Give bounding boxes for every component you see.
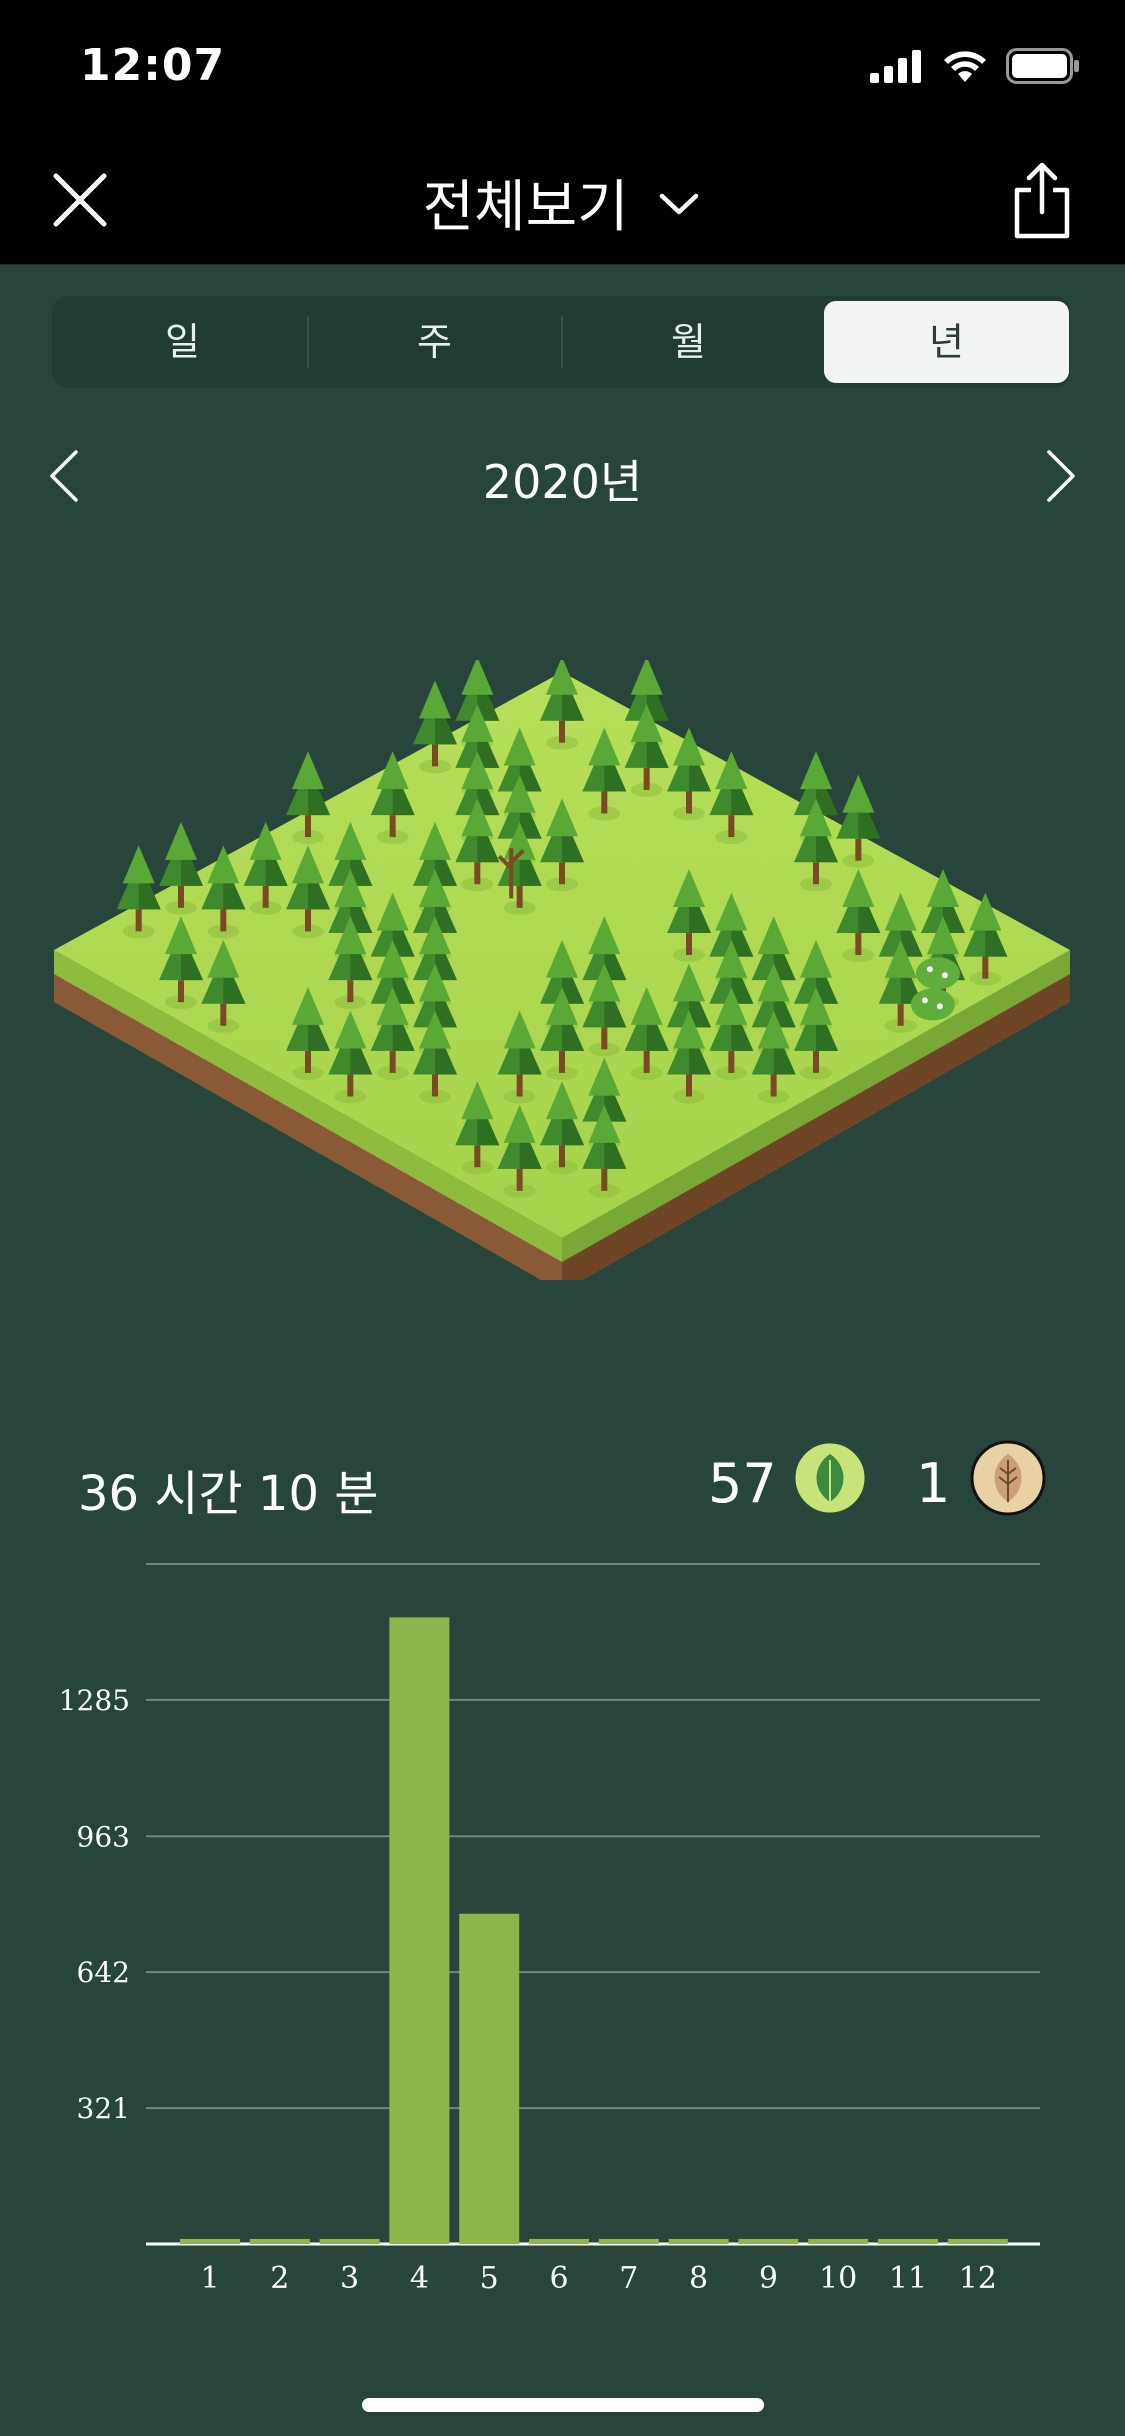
cellular-signal-icon	[870, 50, 921, 83]
flower-bush	[910, 988, 955, 1021]
x-tick-label: 1	[200, 2261, 219, 2296]
share-icon[interactable]	[1007, 160, 1077, 240]
bar-month-6	[529, 2238, 589, 2244]
y-tick-label: 321	[77, 2092, 130, 2125]
period-navigator: 2020년	[0, 440, 1125, 510]
x-tick-label: 5	[480, 2261, 499, 2296]
x-tick-label: 2	[270, 2261, 289, 2296]
x-tick-label: 3	[340, 2261, 359, 2296]
x-tick-label: 12	[959, 2261, 997, 2296]
bar-month-12	[947, 2238, 1008, 2244]
bar-month-2	[249, 2238, 310, 2244]
segment-month[interactable]: 월	[566, 301, 811, 383]
battery-icon	[1006, 48, 1079, 84]
x-tick-label: 6	[549, 2261, 568, 2296]
bar-month-8	[668, 2238, 729, 2244]
bar-month-4	[389, 1617, 450, 2244]
home-indicator	[362, 2398, 764, 2412]
segment-week[interactable]: 주	[312, 301, 557, 383]
healthy-tree-count: 57	[708, 1452, 777, 1515]
withered-tree-count: 1	[916, 1452, 951, 1515]
period-segmented-control: 일 주 월 년	[52, 296, 1070, 388]
x-tick-label: 9	[759, 2261, 778, 2296]
view-selector[interactable]: 전체보기	[0, 162, 1125, 243]
bar-month-7	[598, 2238, 659, 2244]
bar-month-5	[459, 1913, 520, 2244]
chevron-right-icon[interactable]	[1041, 448, 1081, 504]
status-time: 12:07	[80, 40, 226, 91]
bar-month-1	[180, 2238, 240, 2244]
segment-divider	[561, 316, 563, 368]
withered-leaf-icon	[970, 1440, 1046, 1516]
chevron-down-icon	[660, 193, 699, 214]
status-icons	[870, 48, 1080, 84]
page-title: 전체보기	[422, 175, 629, 240]
segment-divider	[307, 316, 309, 368]
healthy-leaf-icon	[792, 1440, 868, 1516]
period-label: 2020년	[482, 455, 643, 509]
x-tick-label: 4	[410, 2261, 429, 2296]
status-bar: 12:07	[0, 0, 1125, 140]
bar-month-3	[319, 2238, 380, 2244]
flower-bush	[915, 957, 960, 990]
y-tick-label: 642	[77, 1956, 130, 1989]
bar-month-11	[878, 2238, 938, 2244]
segment-day[interactable]: 일	[60, 301, 305, 383]
y-tick-label: 1285	[59, 1684, 130, 1717]
x-tick-label: 8	[689, 2261, 708, 2296]
y-tick-label: 963	[77, 1820, 130, 1853]
bar-month-9	[738, 2238, 799, 2244]
wifi-icon	[944, 51, 986, 82]
forest-illustration	[54, 660, 1070, 1280]
bar-month-10	[808, 2238, 869, 2244]
total-focus-time: 36 시간 10 분	[78, 1466, 379, 1522]
nav-bar: 전체보기	[0, 140, 1125, 265]
x-tick-label: 7	[619, 2261, 638, 2296]
monthly-focus-chart: 3216429631285 1 2 3 4 5 6 7 8 9 10 11 12	[59, 1563, 1040, 2296]
segment-year[interactable]: 년	[824, 301, 1069, 383]
summary-row: 36 시간 10 분 57 1	[0, 1440, 1125, 1530]
x-tick-label: 10	[819, 2261, 857, 2296]
x-tick-label: 11	[889, 2261, 927, 2296]
